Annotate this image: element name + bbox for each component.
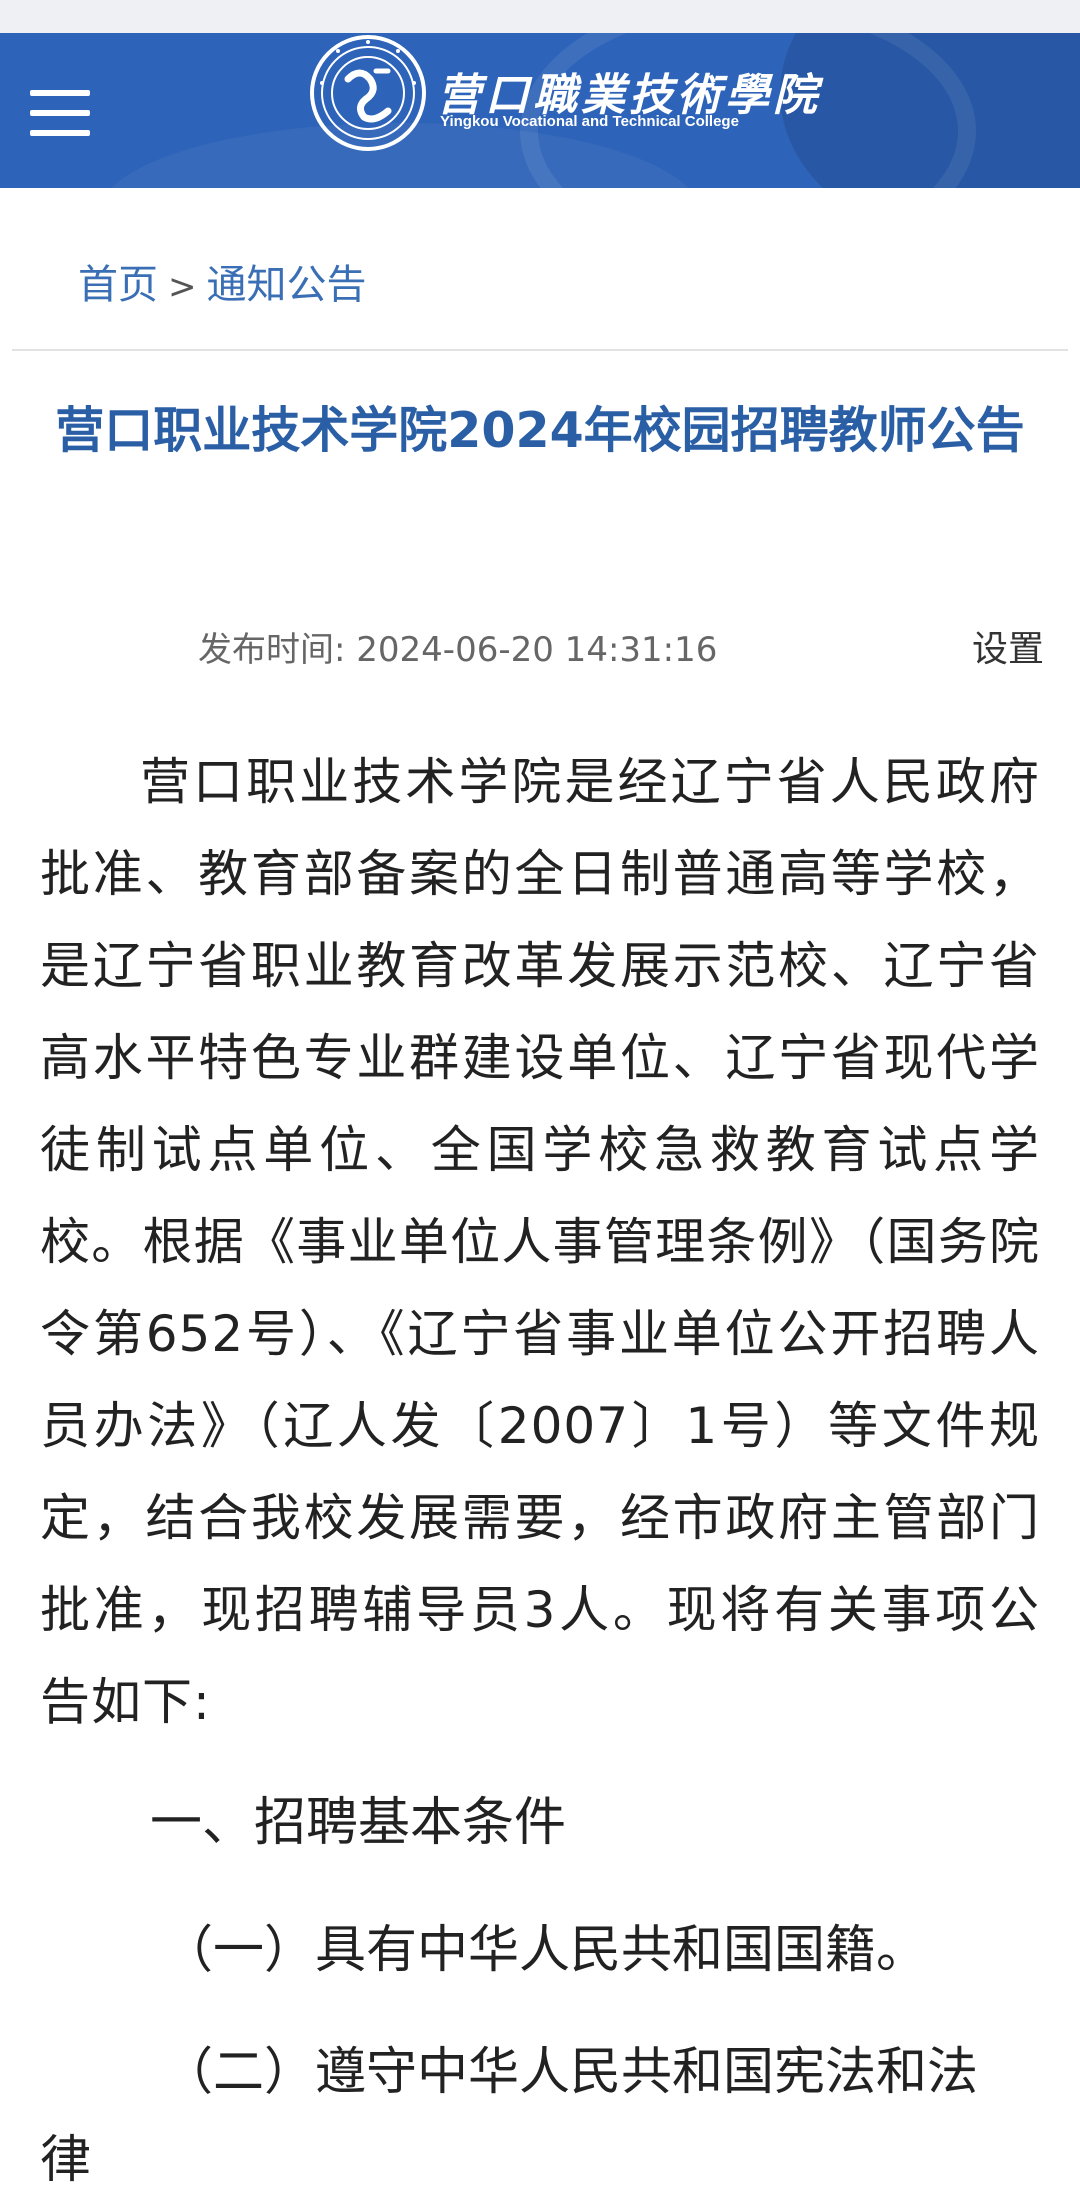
status-strip [0,0,1080,33]
publish-time: 2024-06-20 14:31:16 [356,630,718,670]
breadcrumb: 首页 > 通知公告 [78,252,367,310]
breadcrumb-home-link[interactable]: 首页 [78,262,158,308]
college-logo [310,35,426,151]
condition-item-2-continued: 律 [40,2131,92,2190]
menu-icon[interactable] [30,88,92,138]
article-title: 营口职业技术学院2024年校园招聘教师公告 [55,402,1025,459]
section-heading: 一、招聘基本条件 [150,1793,567,1853]
article-paragraph: 营口职业技术学院是经辽宁省人民政府批准、教育部备案的全日制普通高等学校，是辽宁省… [40,753,1040,1731]
settings-button[interactable]: 设置 [972,620,1044,672]
college-name-en: Yingkou Vocational and Technical College [440,113,739,130]
breadcrumb-separator: > [168,267,197,307]
condition-item-1: （一）具有中华人民共和国国籍。 [162,1921,928,1980]
publish-label: 发布时间: [198,630,346,670]
breadcrumb-notices-link[interactable]: 通知公告 [207,262,367,308]
divider [12,349,1068,351]
site-header: 营口職業技術學院 Yingkou Vocational and Technica… [0,33,1080,188]
condition-item-2: （二）遵守中华人民共和国宪法和法 [162,2043,979,2102]
publish-info: 发布时间: 2024-06-20 14:31:16 [198,622,717,671]
